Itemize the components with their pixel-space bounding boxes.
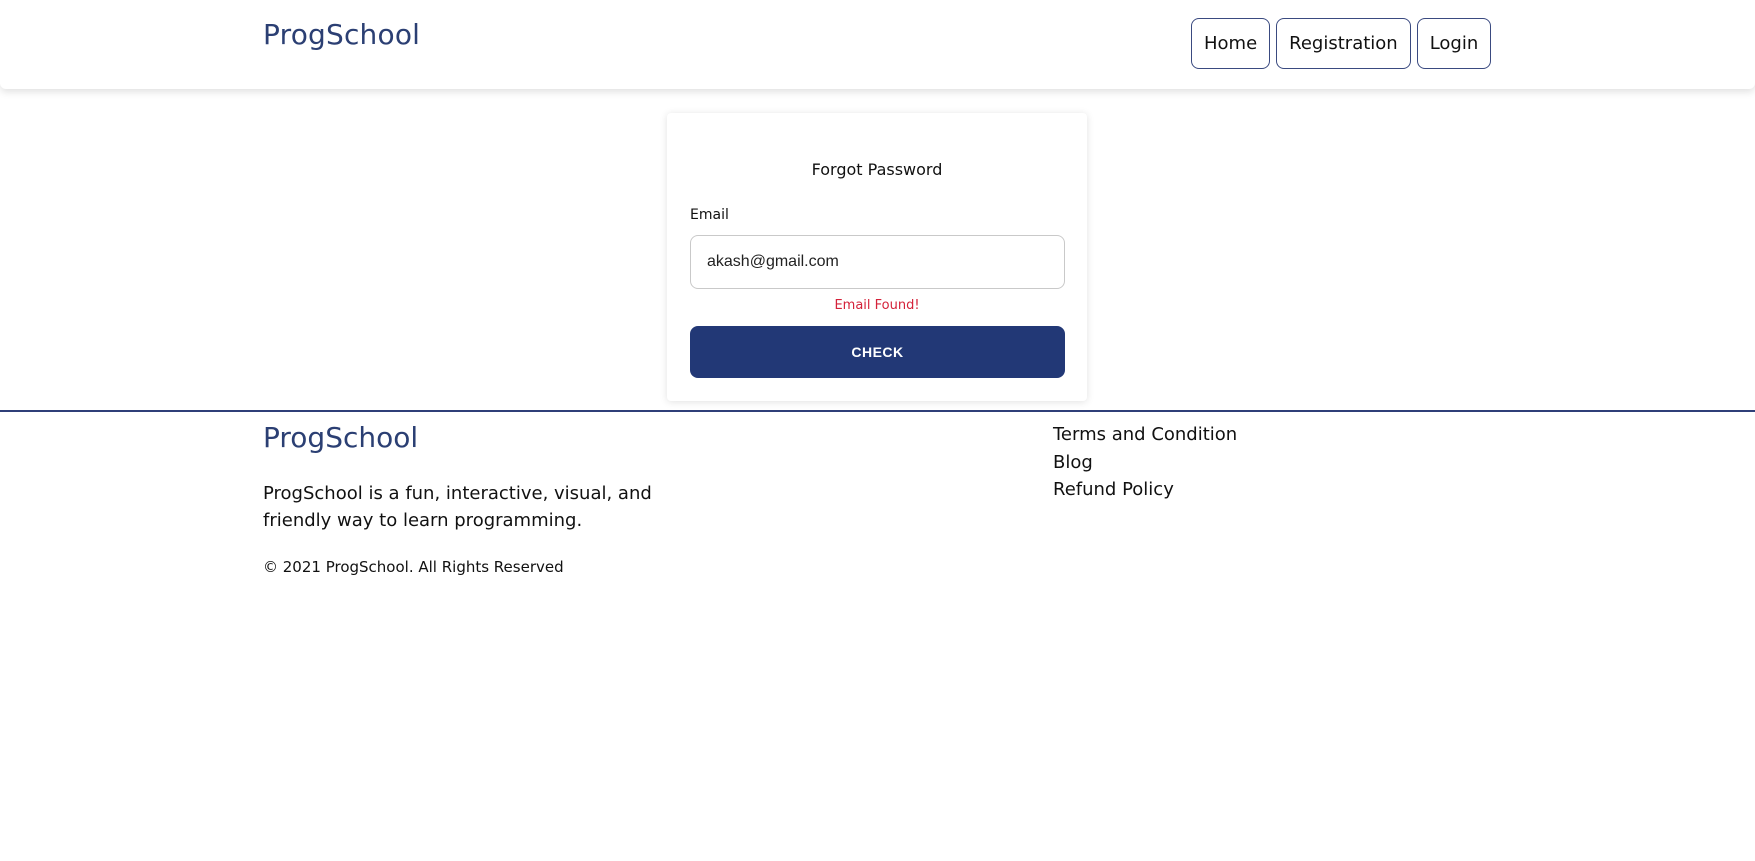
nav-login-button[interactable]: Login	[1416, 18, 1492, 69]
form-title: Forgot Password	[811, 160, 943, 179]
main-nav: Home Registration Login	[1191, 18, 1492, 69]
footer-link-terms[interactable]: Terms and Condition	[1053, 421, 1237, 449]
footer-link-blog[interactable]: Blog	[1053, 449, 1237, 477]
footer-brand: ProgSchool	[263, 421, 419, 454]
email-field[interactable]	[690, 235, 1065, 289]
nav-home-button[interactable]: Home	[1191, 18, 1271, 69]
brand-logo[interactable]: ProgSchool	[263, 18, 420, 51]
forgot-password-card: Forgot Password Email Email Found! CHECK	[667, 113, 1087, 401]
check-button[interactable]: CHECK	[690, 326, 1065, 378]
footer-link-refund-policy[interactable]: Refund Policy	[1053, 476, 1237, 504]
status-message: Email Found!	[834, 298, 920, 313]
footer-divider	[0, 410, 1755, 412]
site-header: ProgSchool Home Registration Login	[0, 0, 1755, 89]
copyright-text: © 2021 ProgSchool. All Rights Reserved	[263, 558, 564, 576]
nav-registration-button[interactable]: Registration	[1276, 18, 1411, 69]
footer-description: ProgSchool is a fun, interactive, visual…	[263, 483, 652, 531]
footer-links: Terms and Condition Blog Refund Policy	[1053, 421, 1237, 504]
email-label: Email	[690, 207, 729, 223]
